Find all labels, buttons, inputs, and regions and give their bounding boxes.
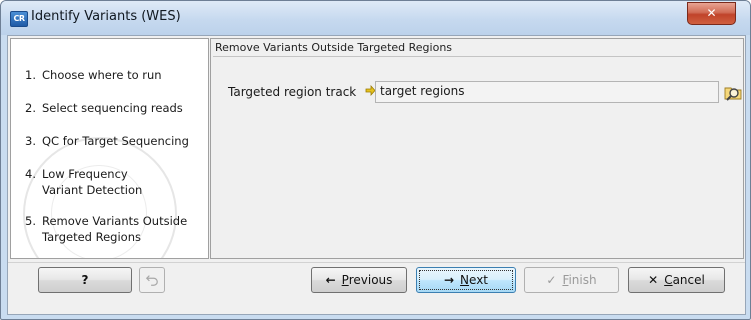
dialog-window: CR Identify Variants (WES) ✕ 1. Choose wh… <box>0 0 751 320</box>
dialog-body: 1. Choose where to run 2. Select sequencin… <box>7 35 746 315</box>
app-icon: CR <box>10 11 28 27</box>
step-label: Choose where to run <box>42 68 162 82</box>
arrow-left-icon: ← <box>325 273 336 287</box>
undo-icon <box>145 275 158 286</box>
previous-button[interactable]: ← Previous <box>311 267 407 293</box>
step-label: Select sequencing reads <box>42 101 183 115</box>
panel-divider <box>213 56 741 57</box>
targeted-region-track-field[interactable]: target regions <box>375 81 719 103</box>
focus-ring <box>419 270 513 290</box>
step-label: QC for Target Sequencing <box>42 134 189 148</box>
step-options-panel: Remove Variants Outside Targeted Regions… <box>210 38 744 259</box>
button-bar-divider <box>8 262 745 263</box>
folder-search-icon[interactable] <box>723 82 743 102</box>
reset-button[interactable] <box>139 267 165 293</box>
step-choose-where-to-run: 1. Choose where to run <box>25 68 162 82</box>
step-label: Remove Variants Outside Targeted Regions <box>42 214 188 244</box>
targeted-region-track-label: Targeted region track <box>228 85 357 99</box>
step-qc-target-sequencing: 3. QC for Target Sequencing <box>25 134 189 148</box>
help-button[interactable]: ? <box>38 267 132 293</box>
close-button[interactable]: ✕ <box>687 2 736 25</box>
field-value: target regions <box>380 84 465 98</box>
step-label: Low Frequency Variant Detection <box>42 167 143 197</box>
next-button[interactable]: → Next <box>416 267 516 293</box>
step-select-sequencing-reads: 2. Select sequencing reads <box>25 101 183 115</box>
step-remove-variants-outside-targeted-regions: 5. Remove Variants Outside Targeted Regio… <box>25 213 192 245</box>
finish-button[interactable]: ✓ Finish <box>524 267 619 293</box>
step-low-frequency-variant-detection: 4. Low Frequency Variant Detection <box>25 166 172 198</box>
checkmark-icon: ✓ <box>546 273 557 287</box>
window-title: Identify Variants (WES) <box>31 9 181 24</box>
cross-icon: ✕ <box>648 273 659 287</box>
title-bar[interactable]: CR Identify Variants (WES) ✕ <box>1 1 750 35</box>
panel-title: Remove Variants Outside Targeted Regions <box>215 41 453 54</box>
wizard-steps-panel: 1. Choose where to run 2. Select sequencin… <box>10 38 209 259</box>
cancel-button[interactable]: ✕ Cancel <box>628 267 725 293</box>
